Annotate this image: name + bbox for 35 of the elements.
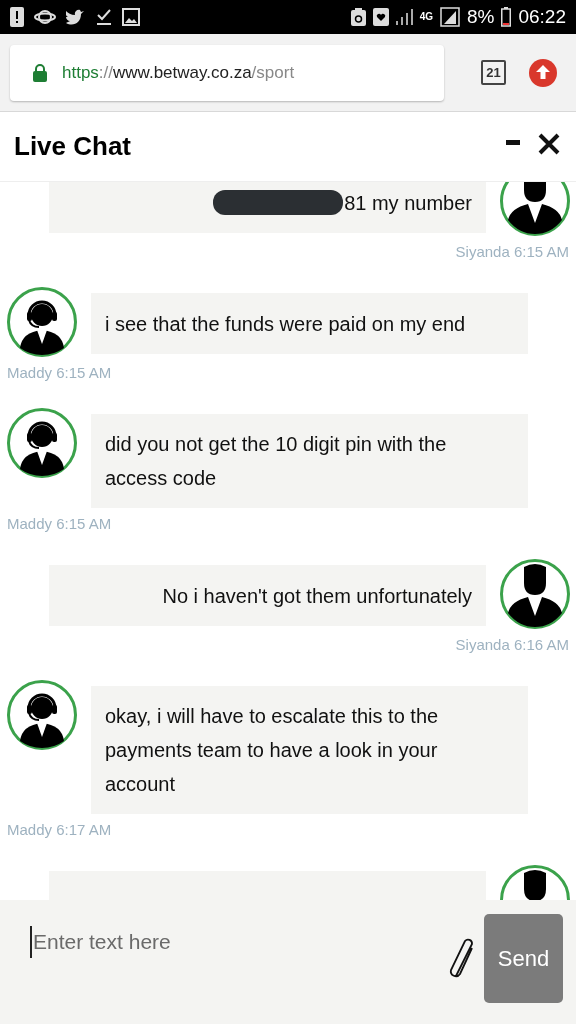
message-meta: Maddy 6:15 AM <box>7 363 112 383</box>
url-text: https://www.betway.co.za/sport <box>62 61 295 84</box>
message-text: did you not get the 10 digit pin with the access code <box>105 432 448 491</box>
agent-avatar <box>7 287 77 357</box>
message-meta: Siyanda 6:15 AM <box>455 242 569 262</box>
message-meta: Maddy 6:17 AM <box>7 820 112 840</box>
tab-count-button[interactable]: 21 <box>481 60 506 85</box>
message-text: okay, i will have to escalate this to the payments team to have a look in your account <box>105 704 440 797</box>
message-text: 81 my number <box>344 190 472 216</box>
network-type: 4G <box>419 12 433 22</box>
send-button[interactable]: Send <box>484 914 563 1003</box>
bird-icon <box>66 8 86 26</box>
agent-avatar <box>7 680 77 750</box>
close-icon[interactable] <box>538 132 560 155</box>
address-bar[interactable]: https://www.betway.co.za/sport <box>10 44 444 101</box>
message-text: No i haven't got them unfortunately <box>162 583 472 609</box>
alert-icon <box>10 7 24 27</box>
message-meta: Maddy 6:15 AM <box>7 514 112 534</box>
lock-icon <box>32 63 48 82</box>
user-avatar <box>500 559 570 629</box>
signal-icon <box>440 7 460 27</box>
download-done-icon <box>96 8 112 26</box>
planet-icon <box>34 8 56 26</box>
minimize-icon[interactable] <box>506 139 520 146</box>
signal-icon <box>395 9 413 25</box>
message-text: i see that the funds were paid on my end <box>105 311 466 337</box>
battery-percent: 8% <box>467 4 495 29</box>
image-icon <box>122 8 140 26</box>
upload-icon[interactable] <box>529 58 557 87</box>
clock: 06:22 <box>518 4 566 29</box>
message-input[interactable]: Enter text here <box>30 926 430 958</box>
message-meta: Siyanda 6:16 AM <box>455 635 569 655</box>
agent-avatar <box>7 408 77 478</box>
chat-title: Live Chat <box>14 130 132 163</box>
battery-icon <box>501 7 512 27</box>
